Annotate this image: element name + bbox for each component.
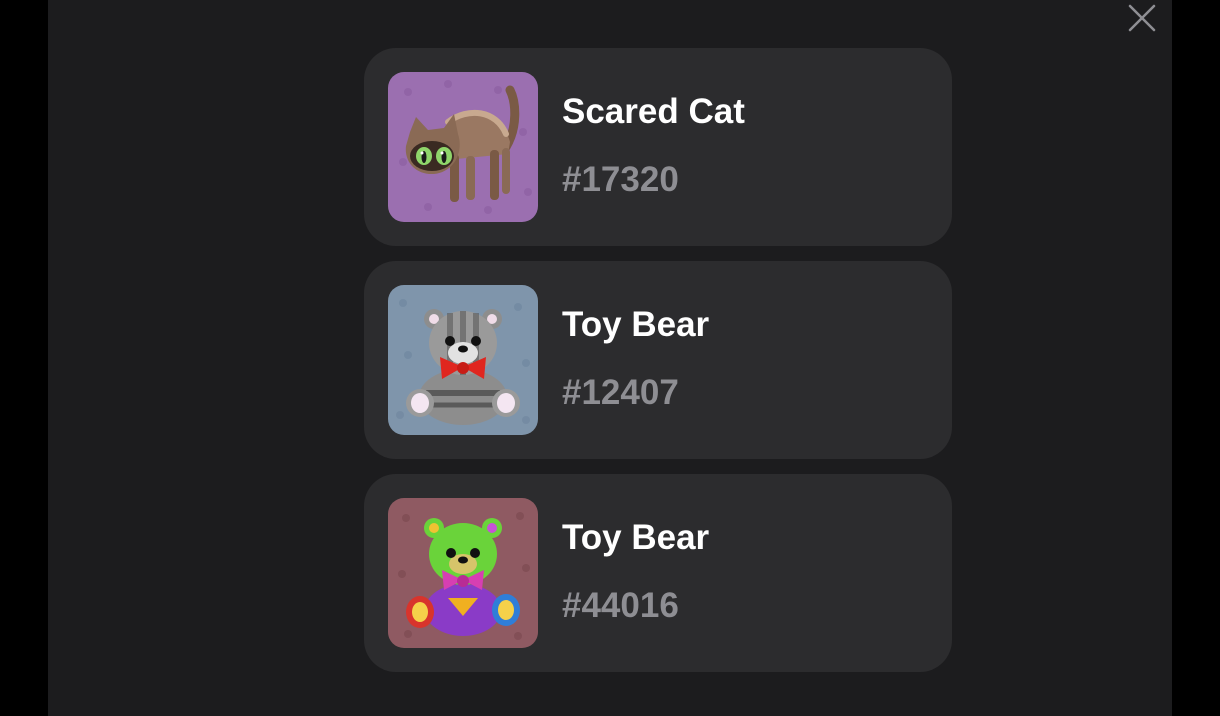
gift-card-scared-cat[interactable]: Scared Cat #17320 [364,48,952,246]
gift-card-toy-bear[interactable]: Toy Bear #12407 [364,261,952,459]
gift-number: #12407 [562,373,679,412]
gift-title: Toy Bear [562,305,710,344]
gift-number: #44016 [562,586,679,625]
gray-toy-bear-icon [388,285,538,435]
gift-number: #17320 [562,160,679,199]
scared-cat-icon [388,72,538,222]
close-button[interactable] [1126,2,1158,34]
gift-title: Toy Bear [562,518,710,557]
modal-panel: Scared Cat #17320 Toy Bear #12407 Toy Be… [48,0,1172,716]
gift-thumbnail [388,498,538,648]
gift-card-toy-bear[interactable]: Toy Bear #44016 [364,474,952,672]
close-icon [1128,4,1156,32]
gift-thumbnail [388,72,538,222]
gift-thumbnail [388,285,538,435]
gift-title: Scared Cat [562,92,745,131]
gift-list: Scared Cat #17320 Toy Bear #12407 Toy Be… [364,48,952,687]
green-toy-bear-icon [388,498,538,648]
